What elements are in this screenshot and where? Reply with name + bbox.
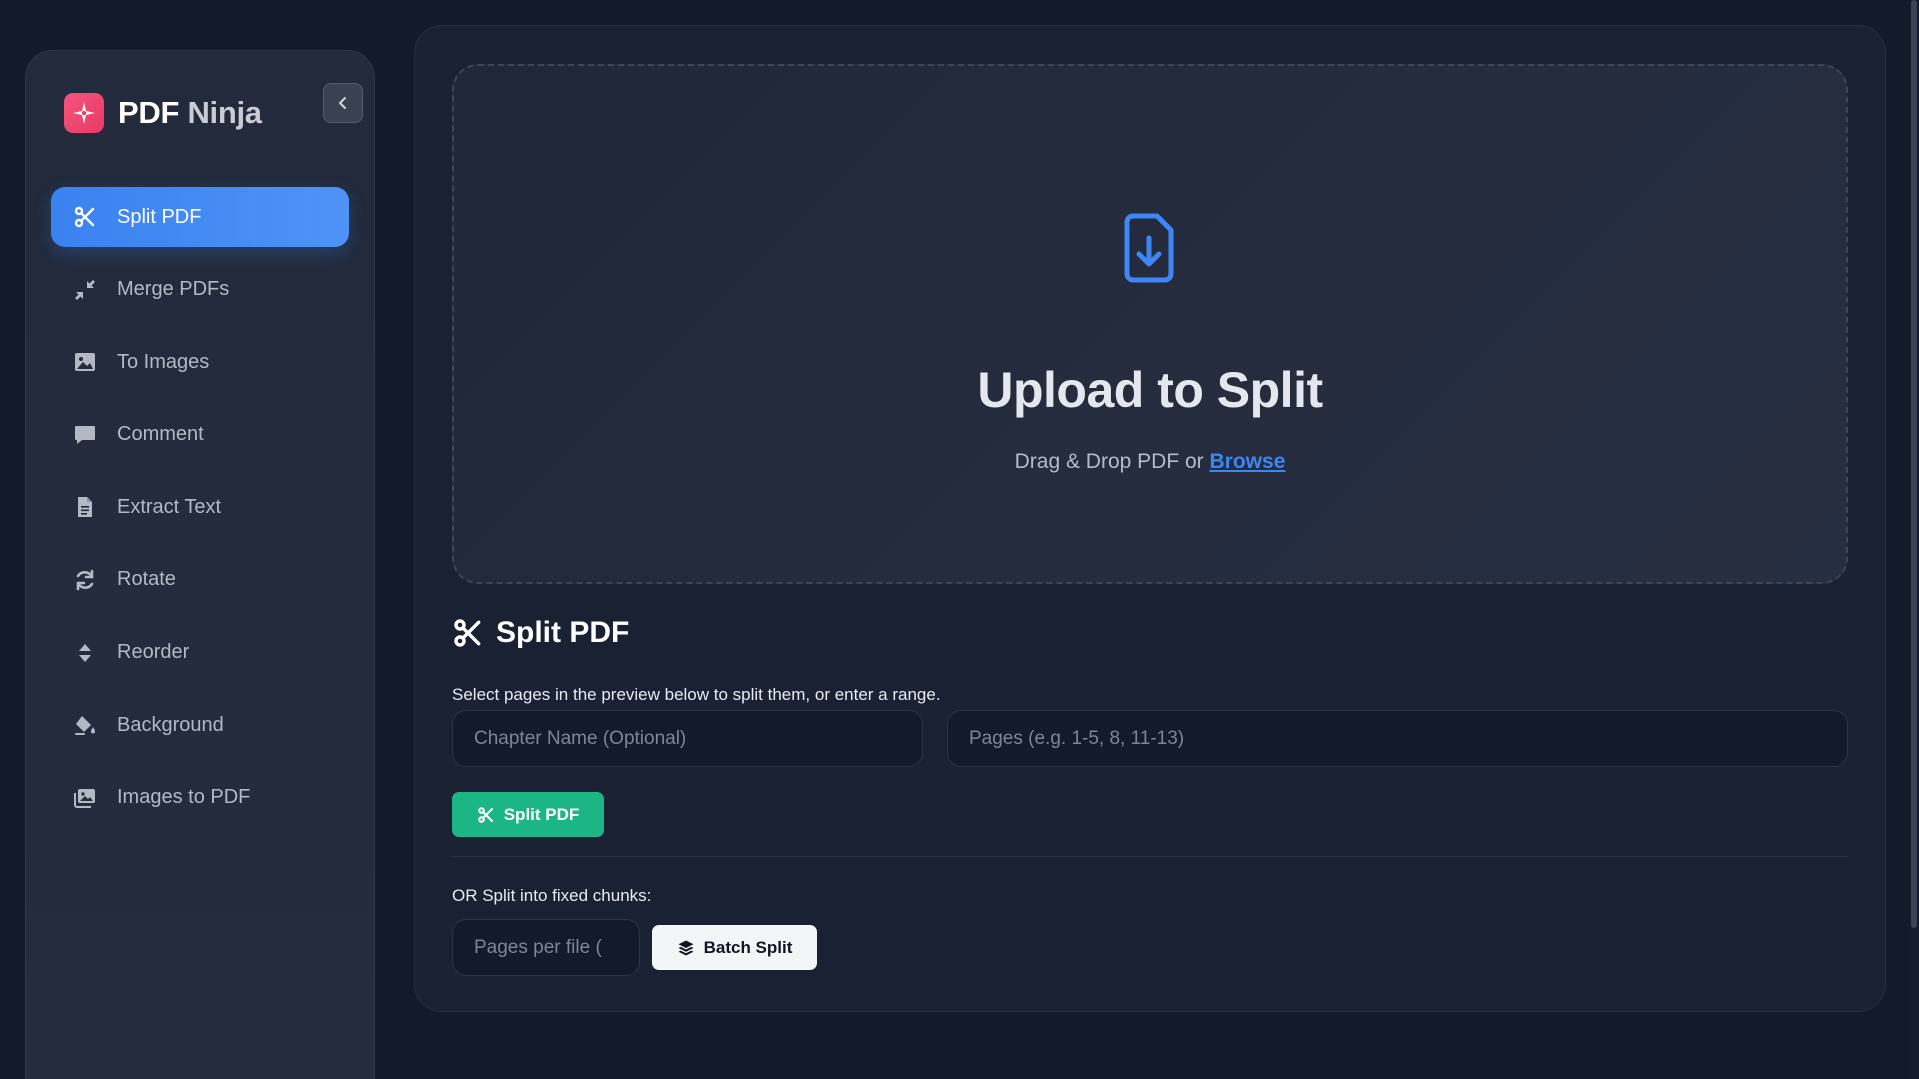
images-icon bbox=[73, 786, 97, 810]
split-hint: Select pages in the preview below to spl… bbox=[452, 685, 941, 704]
compass-star-icon bbox=[64, 93, 104, 133]
collapse-sidebar-button[interactable] bbox=[323, 83, 363, 123]
sidebar-item-merge-pdfs[interactable]: Merge PDFs bbox=[51, 260, 349, 320]
split-pdf-button[interactable]: Split PDF bbox=[452, 792, 604, 837]
sidebar-item-to-images[interactable]: To Images bbox=[51, 332, 349, 392]
section-title-text: Split PDF bbox=[496, 616, 630, 649]
scissors-icon bbox=[477, 806, 493, 823]
scissors-icon bbox=[73, 205, 97, 229]
brand-name-primary: PDF bbox=[118, 95, 180, 130]
layers-icon bbox=[678, 940, 694, 955]
sidebar-item-images-to-pdf[interactable]: Images to PDF bbox=[51, 768, 349, 828]
upload-dropzone[interactable]: Upload to Split Drag & Drop PDF or Brows… bbox=[452, 64, 1848, 584]
brand[interactable]: PDF Ninja bbox=[64, 93, 262, 133]
sidebar-item-label: Merge PDFs bbox=[117, 278, 230, 301]
sort-icon bbox=[73, 641, 97, 665]
chapter-name-input[interactable] bbox=[452, 710, 923, 767]
brand-name: PDF Ninja bbox=[118, 95, 262, 131]
pages-range-input[interactable] bbox=[947, 710, 1848, 767]
sidebar-item-label: Images to PDF bbox=[117, 786, 251, 809]
sidebar-item-label: Rotate bbox=[117, 568, 176, 591]
paint-bucket-icon bbox=[73, 713, 97, 737]
compress-arrows-icon bbox=[73, 278, 97, 302]
sidebar-nav: Split PDF Merge PDFs To Images Comment E… bbox=[51, 187, 349, 840]
sidebar-item-rotate[interactable]: Rotate bbox=[51, 550, 349, 610]
scrollbar-thumb[interactable] bbox=[1911, 0, 1917, 928]
sidebar-item-label: Split PDF bbox=[117, 205, 202, 228]
sidebar-item-background[interactable]: Background bbox=[51, 695, 349, 755]
sidebar: PDF Ninja Split PDF Merge PDFs To Images… bbox=[25, 50, 375, 1079]
brand-name-secondary: Ninja bbox=[187, 95, 262, 130]
sidebar-item-extract-text[interactable]: Extract Text bbox=[51, 477, 349, 537]
sidebar-item-label: To Images bbox=[117, 350, 210, 373]
sidebar-item-label: Extract Text bbox=[117, 495, 222, 518]
sidebar-item-label: Comment bbox=[117, 423, 204, 446]
image-icon bbox=[73, 350, 97, 374]
rotate-icon bbox=[73, 568, 97, 592]
sidebar-item-reorder[interactable]: Reorder bbox=[51, 623, 349, 683]
comment-icon bbox=[73, 423, 97, 447]
upload-title: Upload to Split bbox=[977, 362, 1323, 418]
upload-subtitle: Drag & Drop PDF or Browse bbox=[454, 450, 1846, 474]
split-pdf-button-label: Split PDF bbox=[503, 804, 580, 824]
batch-split-button[interactable]: Batch Split bbox=[652, 925, 817, 970]
chevron-left-icon bbox=[339, 97, 346, 109]
sidebar-item-comment[interactable]: Comment bbox=[51, 405, 349, 465]
pages-per-file-input[interactable] bbox=[452, 919, 640, 976]
file-text-icon bbox=[73, 495, 97, 519]
sidebar-item-split-pdf[interactable]: Split PDF bbox=[51, 187, 349, 247]
main-panel: Upload to Split Drag & Drop PDF or Brows… bbox=[414, 25, 1886, 1012]
upload-subtitle-text: Drag & Drop PDF or bbox=[1014, 450, 1204, 473]
scissors-icon bbox=[454, 619, 481, 647]
chunk-label: OR Split into fixed chunks: bbox=[452, 886, 652, 905]
section-title: Split PDF bbox=[452, 616, 629, 650]
file-download-icon bbox=[1124, 213, 1174, 283]
section-divider bbox=[452, 856, 1848, 857]
batch-split-button-label: Batch Split bbox=[703, 937, 793, 957]
sidebar-item-label: Background bbox=[117, 713, 224, 736]
browse-link[interactable]: Browse bbox=[1210, 450, 1286, 473]
sidebar-item-label: Reorder bbox=[117, 641, 190, 664]
app-root: PDF Ninja Split PDF Merge PDFs To Images… bbox=[0, 0, 1919, 1079]
